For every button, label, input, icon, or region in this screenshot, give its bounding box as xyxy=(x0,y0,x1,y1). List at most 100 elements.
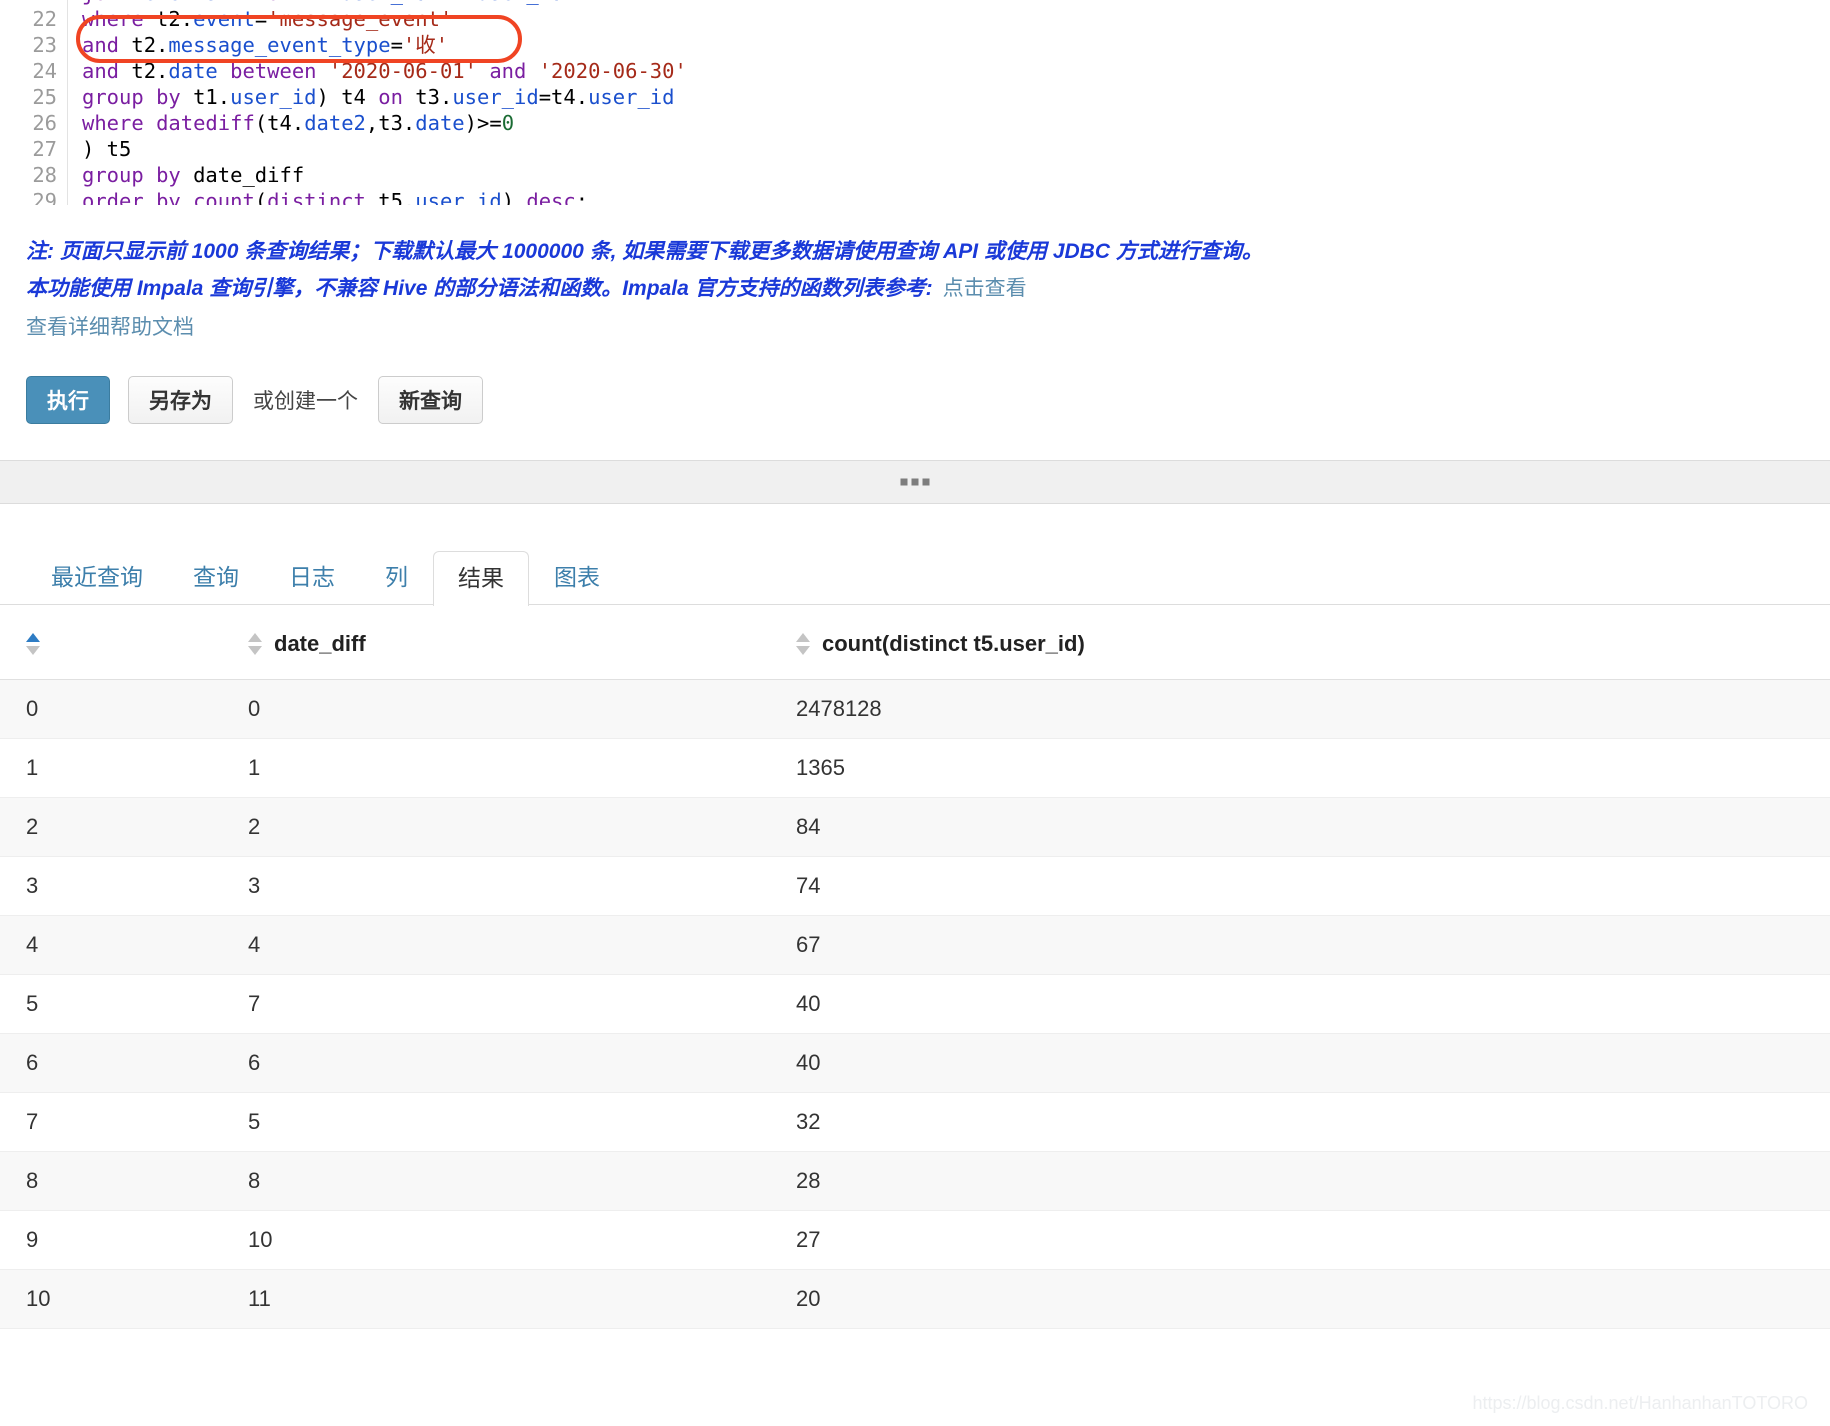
code-token: user_id xyxy=(588,85,675,109)
table-row[interactable]: 3 3 74 xyxy=(0,856,1830,916)
code-line: 28 group by date_diff xyxy=(0,162,1830,188)
notes-section: 注: 页面只显示前 1000 条查询结果；下载默认最大 1000000 条, 如… xyxy=(0,205,1830,346)
code-token: count xyxy=(193,189,255,205)
code-line-text: where t2.event='message_event' xyxy=(68,6,452,32)
tab-1[interactable]: 最近查询 xyxy=(26,550,168,605)
code-line: 22 where t2.event='message_event' xyxy=(0,6,1830,32)
table-row[interactable]: 7 5 32 xyxy=(0,1092,1830,1152)
splitter-grip-icon[interactable] xyxy=(900,478,930,486)
code-token: where xyxy=(82,111,144,135)
results-table-area: date_diff count(distinct t5.user_id) 0 0 24… xyxy=(0,605,1830,1329)
save-as-button[interactable]: 另存为 xyxy=(128,376,233,424)
execute-button[interactable]: 执行 xyxy=(26,376,110,424)
code-token: ) t4 xyxy=(316,85,379,109)
table-cell: 32 xyxy=(770,1092,1830,1152)
table-cell: 40 xyxy=(770,1033,1830,1093)
row-index-cell: 9 xyxy=(0,1210,222,1270)
results-table: date_diff count(distinct t5.user_id) 0 0 24… xyxy=(0,605,1830,1329)
row-index-cell: 6 xyxy=(0,1033,222,1093)
table-row[interactable]: 6 6 40 xyxy=(0,1033,1830,1093)
line-number: 26 xyxy=(0,110,68,136)
code-line-text: order by count(distinct t5.user_id) desc… xyxy=(68,188,588,205)
table-cell: 27 xyxy=(770,1210,1830,1270)
code-token: (t4. xyxy=(254,111,305,135)
panel-splitter[interactable] xyxy=(0,460,1830,504)
row-index-cell: 10 xyxy=(0,1269,222,1329)
code-token: date2 xyxy=(304,111,366,135)
sort-toggle-icon[interactable] xyxy=(248,631,262,657)
table-row[interactable]: 5 7 40 xyxy=(0,974,1830,1034)
table-row[interactable]: 1 1 1365 xyxy=(0,738,1830,798)
row-index-cell: 1 xyxy=(0,738,222,798)
table-header-row: date_diff count(distinct t5.user_id) xyxy=(0,605,1830,680)
line-number: 23 xyxy=(0,32,68,58)
code-line: 26 where datediff(t4.date2,t3.date)>=0 xyxy=(0,110,1830,136)
column-header-label: date_diff xyxy=(274,631,366,656)
code-token: '2020-06-30' xyxy=(538,59,687,83)
table-cell: 20 xyxy=(770,1269,1830,1329)
code-line-text: ) t5 xyxy=(68,136,131,162)
code-token: ) t5 xyxy=(82,137,132,161)
code-token: date xyxy=(168,59,218,83)
code-token: )>= xyxy=(464,111,502,135)
table-cell: 0 xyxy=(222,679,770,739)
table-row[interactable]: 0 0 2478128 xyxy=(0,679,1830,739)
table-cell: 4 xyxy=(222,915,770,975)
sql-editor[interactable]: 21join events t2 on t1.user_id=t2.user_i… xyxy=(0,0,1830,205)
code-line: 27) t5 xyxy=(0,136,1830,162)
tab-6[interactable]: 图表 xyxy=(529,550,625,605)
table-row[interactable]: 9 10 27 xyxy=(0,1210,1830,1270)
code-line: 29 order by count(distinct t5.user_id) de… xyxy=(0,188,1830,205)
tab-3[interactable]: 日志 xyxy=(264,550,360,605)
code-token: distinct xyxy=(267,189,366,205)
table-row[interactable]: 2 2 84 xyxy=(0,797,1830,857)
code-token: 0 xyxy=(501,111,515,135)
table-cell: 84 xyxy=(770,797,1830,857)
results-tabs: 最近查询 查询 日志列结果 图表 xyxy=(26,550,1830,606)
results-table-body: 0 0 2478128 1 1 1365 2 2 84 3 3 74 4 4 67 5 7 40 6 6 40 7 5 32 8… xyxy=(0,679,1830,1329)
code-token: by xyxy=(156,85,181,109)
code-token: join xyxy=(82,0,131,5)
row-index-cell: 7 xyxy=(0,1092,222,1152)
code-token: events xyxy=(144,0,218,5)
new-query-button[interactable]: 新查询 xyxy=(378,376,483,424)
column-header-2[interactable]: date_diff xyxy=(222,605,770,680)
row-index-cell: 4 xyxy=(0,915,222,975)
row-index-cell: 3 xyxy=(0,856,222,916)
sort-ascending-icon[interactable] xyxy=(26,631,40,657)
table-row[interactable]: 8 8 28 xyxy=(0,1151,1830,1211)
tab-2[interactable]: 查询 xyxy=(168,550,264,605)
impala-functions-link[interactable]: 点击查看 xyxy=(943,277,1027,300)
row-index-cell: 0 xyxy=(0,679,222,739)
tab-4[interactable]: 列 xyxy=(360,550,433,605)
code-token: and xyxy=(489,59,527,83)
line-number: 28 xyxy=(0,162,68,188)
code-token: t1. xyxy=(180,85,231,109)
code-token: on xyxy=(267,0,292,5)
code-token: ( xyxy=(254,189,268,205)
code-token: . xyxy=(465,0,477,5)
table-cell: 2 xyxy=(222,797,770,857)
column-header-3[interactable]: count(distinct t5.user_id) xyxy=(770,605,1830,680)
sort-toggle-icon[interactable] xyxy=(796,631,810,657)
sql-editor-content[interactable]: 21join events t2 on t1.user_id=t2.user_i… xyxy=(0,0,1830,205)
code-line: 24 and t2.date between '2020-06-01' and '… xyxy=(0,58,1830,84)
results-table-head: date_diff count(distinct t5.user_id) xyxy=(0,605,1830,680)
table-cell: 10 xyxy=(222,1210,770,1270)
row-index-cell: 2 xyxy=(0,797,222,857)
row-index-cell: 8 xyxy=(0,1151,222,1211)
table-row[interactable]: 10 11 20 xyxy=(0,1269,1830,1329)
column-header-label: count(distinct t5.user_id) xyxy=(822,631,1085,656)
column-header-1[interactable] xyxy=(0,605,222,680)
line-number: 22 xyxy=(0,6,68,32)
code-line-text: group by t1.user_id) t4 on t3.user_id=t4… xyxy=(68,84,675,110)
table-row[interactable]: 4 4 67 xyxy=(0,915,1830,975)
code-token: = xyxy=(390,33,403,57)
table-cell: 8 xyxy=(222,1151,770,1211)
tab-5-active[interactable]: 结果 xyxy=(433,551,529,606)
code-token: group xyxy=(82,163,144,187)
help-doc-link[interactable]: 查看详细帮助文档 xyxy=(26,309,1830,346)
